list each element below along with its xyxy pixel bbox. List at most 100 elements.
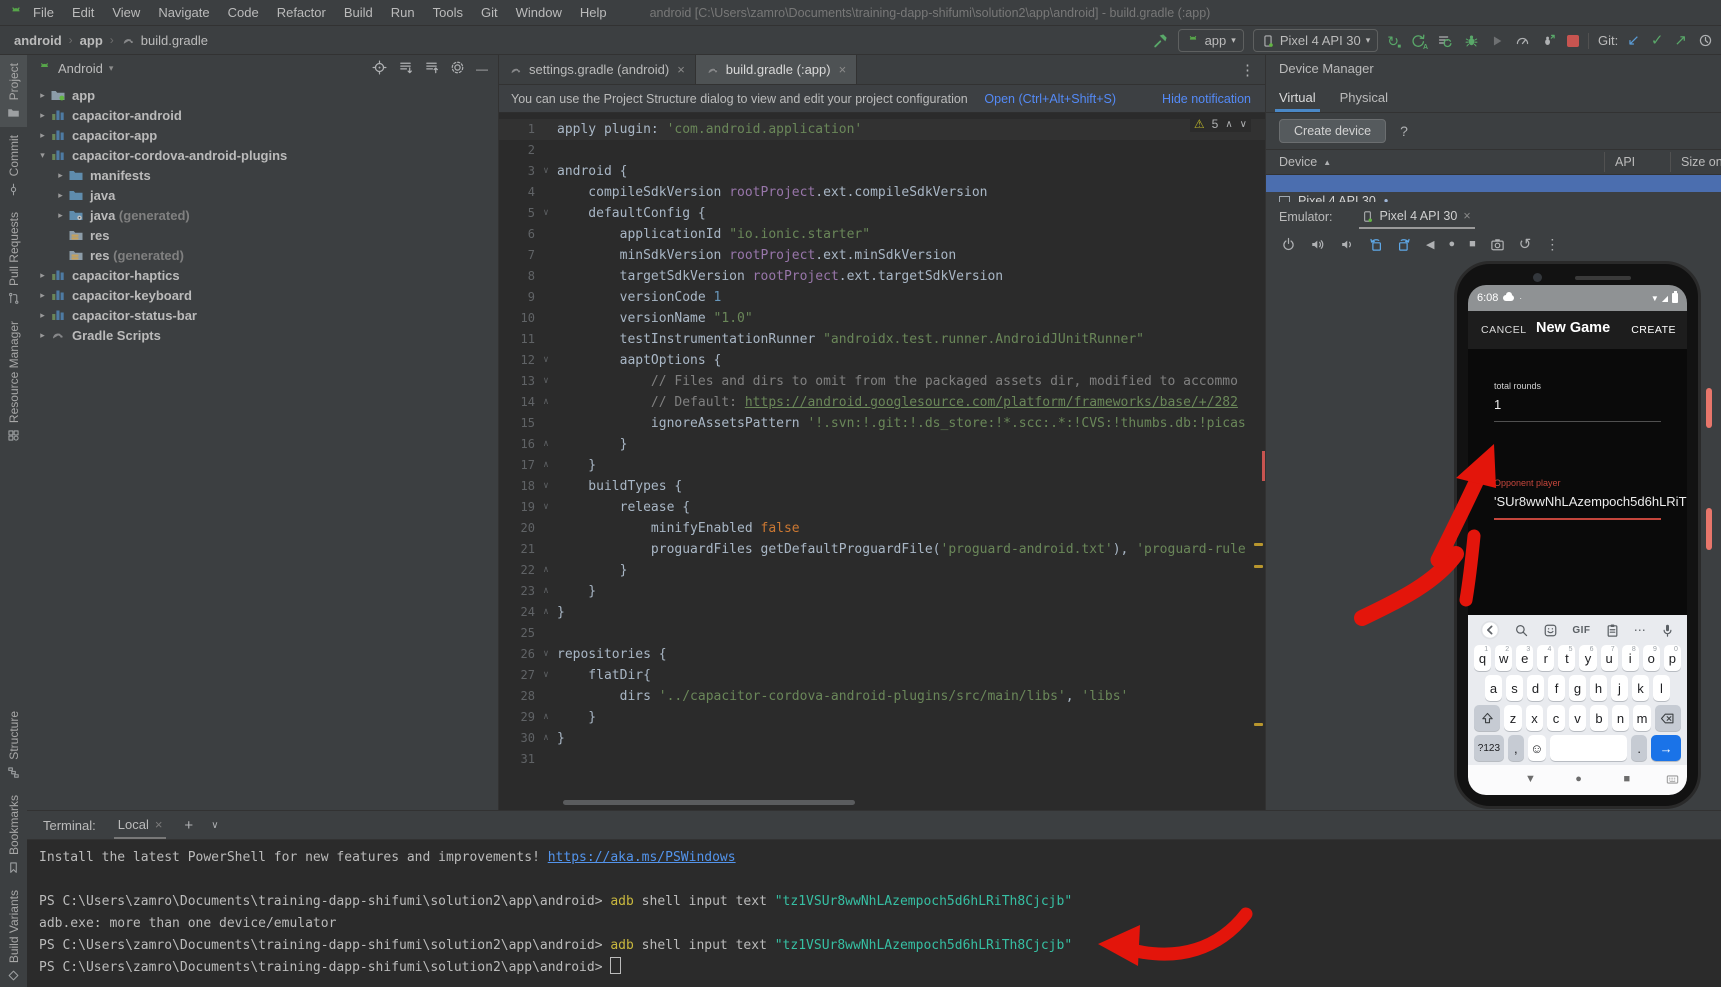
profile-play-icon[interactable] xyxy=(1490,34,1504,48)
more-horiz-icon[interactable]: ⋯ xyxy=(1634,623,1646,637)
key-backspace[interactable] xyxy=(1655,705,1681,731)
emulator-tab[interactable]: Pixel 4 API 30 × xyxy=(1359,209,1475,229)
key-period[interactable]: . xyxy=(1631,735,1647,761)
rotate-left-icon[interactable] xyxy=(1368,237,1383,252)
nav-home-icon[interactable]: ● xyxy=(1575,773,1582,785)
key-n[interactable]: n xyxy=(1612,705,1630,731)
fold-marker-icon[interactable]: ∧ xyxy=(535,392,557,413)
debug-icon[interactable] xyxy=(1464,33,1479,48)
fold-marker-icon[interactable]: ∨ xyxy=(535,350,557,371)
key-i[interactable]: i8 xyxy=(1622,645,1639,671)
prev-issue-icon[interactable]: ∧ xyxy=(1225,119,1232,130)
key-f[interactable]: f xyxy=(1548,675,1565,701)
git-commit-icon[interactable]: ✓ xyxy=(1651,33,1664,48)
form-field-opponent-player[interactable]: Opponent player'SUr8wwNhLAzempoch5d6hLRi… xyxy=(1494,478,1661,520)
chevron-right-icon[interactable]: ▸ xyxy=(53,170,68,181)
run-configuration-select[interactable]: app ▾ xyxy=(1178,29,1244,52)
key-m[interactable]: m xyxy=(1633,705,1651,731)
tree-item-capacitor-haptics[interactable]: ▸capacitor-haptics xyxy=(27,265,498,285)
tab-virtual[interactable]: Virtual xyxy=(1279,82,1316,112)
mic-icon[interactable] xyxy=(1660,623,1675,638)
key-w[interactable]: w2 xyxy=(1495,645,1512,671)
editor-options-icon[interactable]: ⋮ xyxy=(1230,61,1265,79)
fold-marker-icon[interactable]: ∨ xyxy=(535,203,557,224)
fold-marker-icon[interactable]: ∧ xyxy=(535,455,557,476)
horizontal-scrollbar[interactable] xyxy=(563,800,855,805)
form-field-total-rounds[interactable]: total rounds1 xyxy=(1494,381,1661,422)
fold-marker-icon[interactable]: ∨ xyxy=(535,644,557,665)
key-o[interactable]: o9 xyxy=(1643,645,1660,671)
more-icon[interactable]: ⋮ xyxy=(1545,236,1559,253)
device-checkbox[interactable] xyxy=(1279,196,1290,203)
search-icon[interactable] xyxy=(1514,623,1529,638)
new-terminal-icon[interactable]: + xyxy=(184,817,193,834)
field-value[interactable]: 1 xyxy=(1494,397,1661,412)
project-view-select[interactable]: Android xyxy=(58,61,103,76)
tree-item-res[interactable]: res xyxy=(27,225,498,245)
sidebar-item-structure[interactable]: Structure xyxy=(0,703,27,787)
terminal-tab-local[interactable]: Local × xyxy=(114,811,167,839)
key-q[interactable]: q1 xyxy=(1474,645,1491,671)
menu-item-git[interactable]: Git xyxy=(472,5,507,20)
chevron-down-icon[interactable]: ∨ xyxy=(211,820,218,831)
fold-marker-icon[interactable]: ∧ xyxy=(535,602,557,623)
tree-item-java-generated[interactable]: ▸java (generated) xyxy=(27,205,498,225)
tree-item-capacitor-keyboard[interactable]: ▸capacitor-keyboard xyxy=(27,285,498,305)
back-icon[interactable]: ◀ xyxy=(1426,238,1434,251)
chevron-right-icon[interactable]: ▸ xyxy=(35,290,50,301)
key-x[interactable]: x xyxy=(1526,705,1544,731)
create-button[interactable]: CREATE xyxy=(1631,324,1676,336)
tree-item-capacitor-cordova-android-plugins[interactable]: ▾capacitor-cordova-android-plugins xyxy=(27,145,498,165)
nav-keyboard-icon[interactable] xyxy=(1666,773,1679,786)
fold-marker-icon[interactable]: ∧ xyxy=(535,560,557,581)
key-s[interactable]: s xyxy=(1506,675,1523,701)
sidebar-item-project[interactable]: Project xyxy=(0,55,27,127)
volume-down-icon[interactable] xyxy=(1339,237,1354,252)
tree-item-capacitor-app[interactable]: ▸capacitor-app xyxy=(27,125,498,145)
code-editor[interactable]: 1apply plugin: 'com.android.application'… xyxy=(499,113,1265,812)
key-a[interactable]: a xyxy=(1485,675,1502,701)
run-restart-icon[interactable]: ↻■ xyxy=(1387,34,1399,48)
tab-build-gradle-app[interactable]: build.gradle (:app)× xyxy=(696,55,857,84)
gif-button[interactable]: GIF xyxy=(1572,625,1590,636)
device-row[interactable]: Pixel 4 API 30 • xyxy=(1266,192,1721,202)
sidebar-item-build-variants[interactable]: Build Variants xyxy=(0,882,27,987)
terminal-link[interactable]: https://aka.ms/PSWindows xyxy=(548,850,736,865)
help-icon[interactable]: ? xyxy=(1400,123,1408,139)
fold-marker-icon[interactable]: ∧ xyxy=(535,707,557,728)
sidebar-item-bookmarks[interactable]: Bookmarks xyxy=(0,787,27,882)
nav-overview-icon[interactable]: ■ xyxy=(1623,773,1630,785)
close-icon[interactable]: × xyxy=(1463,209,1470,223)
screenshot-icon[interactable] xyxy=(1490,237,1505,252)
menu-item-file[interactable]: File xyxy=(24,5,63,20)
tree-item-app[interactable]: ▸app xyxy=(27,85,498,105)
sidebar-item-resource-manager[interactable]: Resource Manager xyxy=(0,313,27,450)
history-icon[interactable] xyxy=(1698,33,1713,48)
fold-marker-icon[interactable]: ∧ xyxy=(535,581,557,602)
volume-up-icon[interactable] xyxy=(1310,237,1325,252)
menu-item-code[interactable]: Code xyxy=(219,5,268,20)
key-enter[interactable]: → xyxy=(1651,735,1681,761)
create-device-button[interactable]: Create device xyxy=(1279,119,1386,143)
hide-icon[interactable]: — xyxy=(476,62,488,76)
rotate-right-icon[interactable] xyxy=(1397,237,1412,252)
key-shift[interactable] xyxy=(1474,705,1500,731)
menu-item-edit[interactable]: Edit xyxy=(63,5,103,20)
menu-item-refactor[interactable]: Refactor xyxy=(268,5,335,20)
tab-settings-gradle-android[interactable]: settings.gradle (android)× xyxy=(499,55,696,84)
key-e[interactable]: e3 xyxy=(1516,645,1533,671)
key-h[interactable]: h xyxy=(1590,675,1607,701)
chevron-right-icon[interactable]: ▸ xyxy=(35,330,50,341)
nav-back-icon[interactable]: ▼ xyxy=(1525,773,1536,785)
breadcrumb-item-app[interactable]: app xyxy=(80,33,103,48)
key-u[interactable]: u7 xyxy=(1601,645,1618,671)
chevron-right-icon[interactable]: ▸ xyxy=(35,310,50,321)
key-space[interactable] xyxy=(1550,735,1628,761)
expand-all-icon[interactable] xyxy=(398,60,413,78)
column-size[interactable]: Size on Disk xyxy=(1670,152,1721,172)
snapshots-icon[interactable]: ↺ xyxy=(1519,235,1532,253)
warning-stripe-mark[interactable] xyxy=(1254,723,1263,726)
apply-code-changes-icon[interactable] xyxy=(1437,33,1453,49)
close-icon[interactable]: × xyxy=(155,817,163,832)
menu-item-view[interactable]: View xyxy=(103,5,149,20)
